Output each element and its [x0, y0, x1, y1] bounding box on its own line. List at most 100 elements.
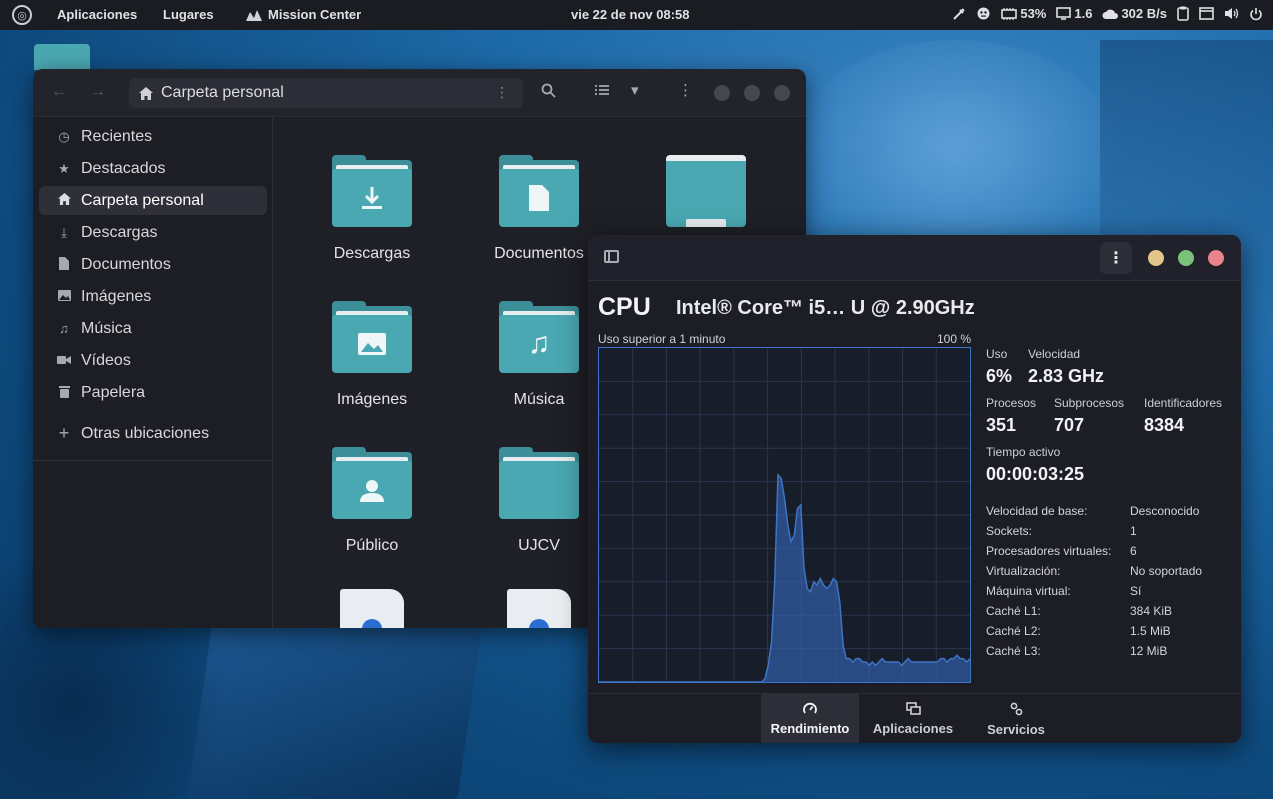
- volume-icon[interactable]: [1224, 7, 1239, 20]
- main-menu-icon[interactable]: ⋮: [678, 81, 693, 99]
- cpu-usage-chart: [599, 348, 971, 683]
- desktop-folder-icon[interactable]: [34, 44, 90, 70]
- detail-key: Sockets:: [986, 524, 1033, 538]
- status-area: 53% 1.6 302 B/s: [952, 6, 1263, 21]
- screen-icon[interactable]: [1199, 7, 1214, 20]
- sidebar-toggle-icon[interactable]: [604, 250, 619, 263]
- folder-publico[interactable]: Público: [312, 447, 432, 555]
- detail-value: Desconocido: [1130, 504, 1200, 518]
- sidebar-item-label: Destacados: [81, 159, 166, 177]
- clock[interactable]: vie 22 de nov 08:58: [571, 7, 690, 22]
- image-icon: [57, 289, 71, 304]
- download-icon: ⤓: [61, 224, 67, 240]
- sidebar-item-label: Recientes: [81, 127, 153, 145]
- usage-label: Uso: [986, 347, 1008, 361]
- tab-servicios[interactable]: Servicios: [967, 694, 1065, 743]
- folder-icon: [666, 155, 746, 227]
- close-button[interactable]: [1208, 250, 1224, 266]
- color-picker-icon[interactable]: [952, 7, 966, 21]
- cloud-icon: [1102, 9, 1119, 19]
- load-indicator[interactable]: 1.6: [1056, 6, 1092, 21]
- debian-logo-icon[interactable]: ◎: [12, 5, 32, 25]
- network-value: 302 B/s: [1121, 6, 1167, 21]
- search-icon[interactable]: [541, 83, 556, 102]
- detail-value: No soportado: [1130, 564, 1203, 578]
- close-button[interactable]: [774, 85, 790, 101]
- tab-label: Servicios: [987, 721, 1045, 737]
- folder-label: Documentos: [494, 245, 584, 262]
- uptime-value: 00:00:03:25: [986, 464, 1085, 484]
- detail-value: Sí: [1130, 584, 1142, 598]
- folder-icon: [332, 301, 412, 373]
- detail-key: Caché L3:: [986, 644, 1041, 658]
- folder-icon: ♫: [499, 301, 579, 373]
- document-file-icon[interactable]: [340, 589, 404, 628]
- detail-value: 1.5 MiB: [1130, 624, 1171, 638]
- sidebar-item-otras-ubicaciones[interactable]: + Otras ubicaciones: [39, 419, 267, 448]
- sidebar-item-label: Carpeta personal: [81, 191, 204, 209]
- view-options-chevron-icon[interactable]: ▾: [631, 81, 639, 99]
- folder-escritorio[interactable]: [646, 155, 766, 245]
- folder-ujcv[interactable]: UJCV: [479, 447, 599, 555]
- clock-icon: ◷: [58, 128, 70, 144]
- mission-center-window: ⋮ CPU Intel® Core™ i5… U @ 2.90GHz Uso s…: [588, 235, 1241, 743]
- folder-musica[interactable]: ♫ Música: [479, 301, 599, 409]
- active-app-menu[interactable]: Mission Center: [246, 7, 361, 22]
- places-menu[interactable]: Lugares: [163, 7, 214, 22]
- sidebar-item-papelera[interactable]: Papelera: [39, 378, 267, 407]
- detail-value: 384 KiB: [1130, 604, 1173, 618]
- sidebar-item-documentos[interactable]: Documentos: [39, 250, 267, 279]
- minimize-button[interactable]: [1148, 250, 1164, 266]
- document-file-icon[interactable]: [507, 589, 571, 628]
- battery-indicator[interactable]: 53%: [1001, 6, 1046, 21]
- path-bar[interactable]: Carpeta personal ⋮: [129, 78, 523, 108]
- applications-menu[interactable]: Aplicaciones: [57, 7, 137, 22]
- tab-label: Rendimiento: [770, 721, 850, 736]
- detail-key: Máquina virtual:: [986, 584, 1071, 598]
- folder-documentos[interactable]: Documentos: [479, 155, 599, 263]
- folder-icon: [499, 447, 579, 519]
- forward-arrow-icon[interactable]: →: [90, 83, 106, 101]
- main-menu-button[interactable]: ⋮: [1100, 242, 1132, 274]
- power-icon[interactable]: [1249, 7, 1263, 21]
- maximize-button[interactable]: [744, 85, 760, 101]
- detail-key: Procesadores virtuales:: [986, 544, 1112, 558]
- sidebar-divider: [33, 460, 273, 461]
- folder-imagenes[interactable]: Imágenes: [312, 301, 432, 409]
- sidebar-item-videos[interactable]: Vídeos: [39, 346, 267, 375]
- handles-label: Identificadores: [1144, 396, 1223, 410]
- load-value: 1.6: [1074, 6, 1093, 21]
- clipboard-icon[interactable]: [1177, 6, 1189, 21]
- battery-value: 53%: [1020, 6, 1047, 21]
- sidebar-item-imagenes[interactable]: Imágenes: [39, 282, 267, 311]
- sidebar-item-recientes[interactable]: ◷ Recientes: [39, 122, 267, 151]
- music-icon: ♫: [499, 315, 579, 373]
- minimize-button[interactable]: [714, 85, 730, 101]
- detail-value: 6: [1130, 544, 1137, 558]
- folder-descargas[interactable]: Descargas: [312, 155, 432, 263]
- folder-label: UJCV: [518, 537, 560, 554]
- tab-aplicaciones[interactable]: Aplicaciones: [864, 694, 962, 743]
- trash-icon: [57, 385, 71, 401]
- video-icon: [57, 353, 71, 368]
- cpu-usage-graph[interactable]: [598, 347, 971, 683]
- detail-key: Velocidad de base:: [986, 504, 1088, 518]
- sidebar-item-descargas[interactable]: ⤓ Descargas: [39, 218, 267, 247]
- back-arrow-icon[interactable]: ←: [51, 83, 67, 101]
- path-menu-icon[interactable]: ⋮: [495, 84, 509, 101]
- sidebar-item-carpeta-personal[interactable]: Carpeta personal: [39, 186, 267, 215]
- sidebar-item-label: Vídeos: [81, 351, 131, 369]
- list-view-icon[interactable]: [595, 83, 609, 100]
- wallpaper-laptop: [187, 620, 483, 799]
- document-icon: [57, 256, 71, 273]
- tab-rendimiento[interactable]: Rendimiento: [761, 694, 859, 743]
- face-indicator-icon[interactable]: [976, 6, 991, 21]
- sidebar-item-destacados[interactable]: ★ Destacados: [39, 154, 267, 183]
- usage-value: 6%: [986, 366, 1013, 386]
- network-indicator[interactable]: 302 B/s: [1102, 6, 1167, 21]
- sidebar-item-label: Documentos: [81, 255, 171, 273]
- speed-label: Velocidad: [1028, 347, 1081, 361]
- maximize-button[interactable]: [1178, 250, 1194, 266]
- top-panel: ◎ Aplicaciones Lugares Mission Center vi…: [0, 0, 1273, 30]
- sidebar-item-musica[interactable]: ♫ Música: [39, 314, 267, 343]
